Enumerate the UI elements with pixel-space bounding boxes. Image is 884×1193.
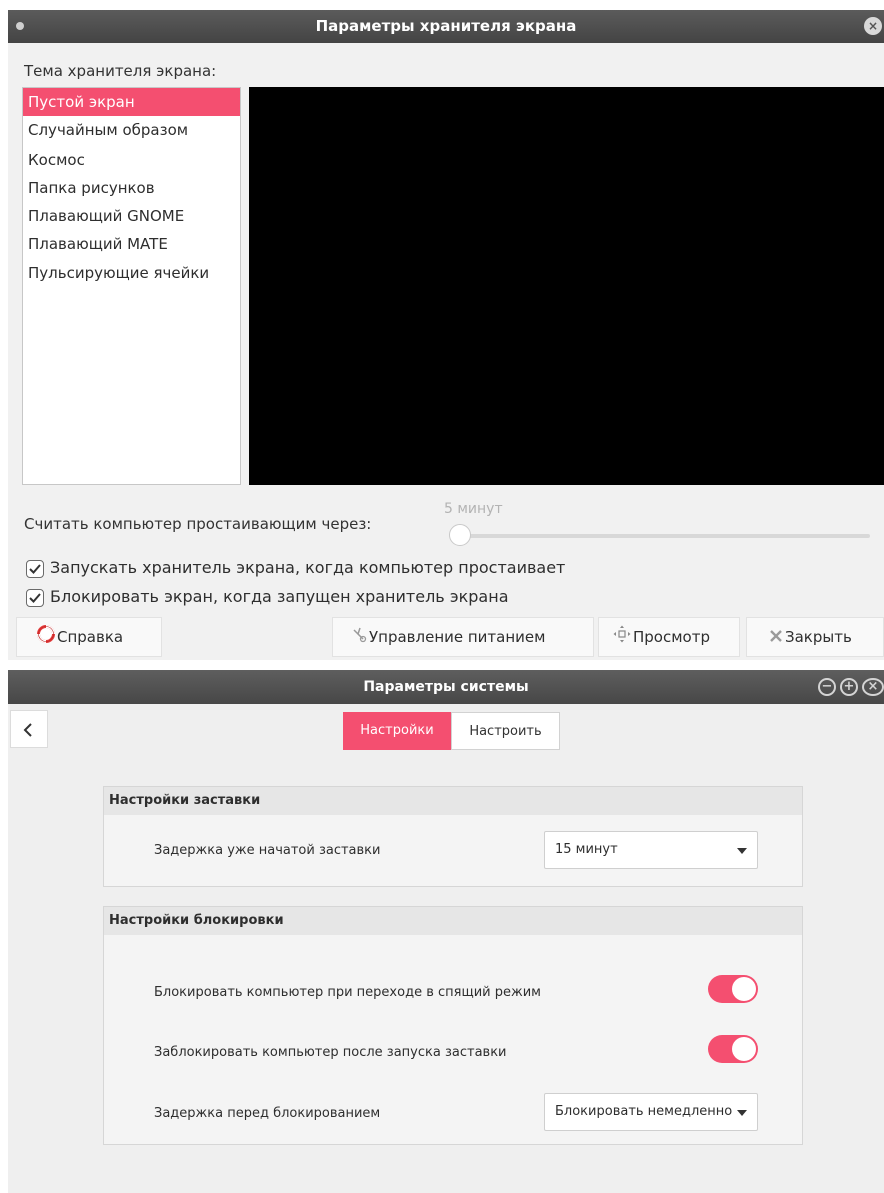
saver-delay-value: 15 минут <box>555 842 618 857</box>
saver-settings-header: Настройки заставки <box>104 787 802 815</box>
saver-delay-combo[interactable]: 15 минут <box>544 831 758 869</box>
lock-on-sleep-label: Блокировать компьютер при переходе в спя… <box>154 985 541 1000</box>
power-management-button[interactable]: Управление питанием <box>332 617 594 657</box>
dropdown-arrow-icon <box>737 1110 747 1116</box>
screensaver-preview <box>249 87 884 485</box>
minimize-icon[interactable]: − <box>818 678 836 696</box>
system-settings-window: Параметры системы − + × Настройки Настро… <box>8 670 884 1193</box>
lock-on-sleep-toggle[interactable] <box>708 975 758 1003</box>
close-button-label: Закрыть <box>785 628 852 646</box>
theme-item-random[interactable]: Случайным образом <box>23 116 240 144</box>
theme-item-pictures-folder[interactable]: Папка рисунков <box>23 174 240 202</box>
dropdown-arrow-icon <box>737 848 747 854</box>
theme-item-pulsing-cells[interactable]: Пульсирующие ячейки <box>23 259 240 287</box>
chevron-left-icon <box>23 723 32 737</box>
close-icon[interactable]: × <box>862 678 884 696</box>
theme-item-floating-mate[interactable]: Плавающий MATE <box>23 230 240 258</box>
close-icon[interactable]: × <box>864 17 882 35</box>
checkbox-checked-icon[interactable] <box>26 560 44 578</box>
idle-delay-slider-handle[interactable] <box>449 524 471 546</box>
help-button-label: Справка <box>57 628 124 646</box>
back-button[interactable] <box>10 710 48 748</box>
theme-item-blank[interactable]: Пустой экран <box>23 88 240 116</box>
lock-after-saver-label: Заблокировать компьютер после запуска за… <box>154 1045 507 1060</box>
tab-settings[interactable]: Настройки <box>343 712 451 750</box>
idle-delay-value: 5 минут <box>444 501 503 517</box>
toggle-knob <box>732 1037 756 1061</box>
power-management-label: Управление питанием <box>369 628 546 646</box>
theme-item-space[interactable]: Космос <box>23 146 240 174</box>
move-arrows-icon <box>613 619 631 657</box>
maximize-icon[interactable]: + <box>840 678 858 696</box>
lock-screen-label: Блокировать экран, когда запущен храните… <box>50 587 509 606</box>
power-plug-icon <box>351 619 367 657</box>
preview-button-label: Просмотр <box>633 628 710 646</box>
saver-settings-group: Настройки заставки Задержка уже начатой … <box>103 786 803 887</box>
close-button[interactable]: Закрыть <box>746 617 884 657</box>
lock-after-saver-toggle[interactable] <box>708 1035 758 1063</box>
activate-saver-label: Запускать хранитель экрана, когда компью… <box>50 558 566 577</box>
checkbox-checked-icon[interactable] <box>26 589 44 607</box>
window-title: Параметры хранителя экрана <box>315 17 577 35</box>
tab-customize[interactable]: Настроить <box>451 712 560 750</box>
lifebuoy-icon <box>37 619 55 657</box>
lock-settings-group: Настройки блокировки Блокировать компьют… <box>103 906 803 1145</box>
toggle-knob <box>732 977 756 1001</box>
idle-delay-label: Считать компьютер простаивающим через: <box>24 515 372 533</box>
help-button[interactable]: Справка <box>16 617 162 657</box>
close-x-icon <box>769 619 783 657</box>
lock-settings-header: Настройки блокировки <box>104 907 802 935</box>
theme-list[interactable]: Пустой экран Случайным образом Космос Па… <box>22 87 241 485</box>
lock-delay-combo[interactable]: Блокировать немедленно <box>544 1093 758 1131</box>
idle-delay-slider[interactable] <box>454 534 870 538</box>
theme-item-floating-gnome[interactable]: Плавающий GNOME <box>23 202 240 230</box>
lock-delay-value: Блокировать немедленно <box>555 1104 733 1119</box>
window-title: Параметры системы <box>363 679 529 695</box>
screensaver-window: Параметры хранителя экрана × Тема хранит… <box>8 10 884 660</box>
preview-button[interactable]: Просмотр <box>598 617 740 657</box>
theme-label: Тема хранителя экрана: <box>24 62 217 80</box>
saver-delay-label: Задержка уже начатой заставки <box>154 843 381 858</box>
lock-delay-label: Задержка перед блокированием <box>154 1106 381 1121</box>
